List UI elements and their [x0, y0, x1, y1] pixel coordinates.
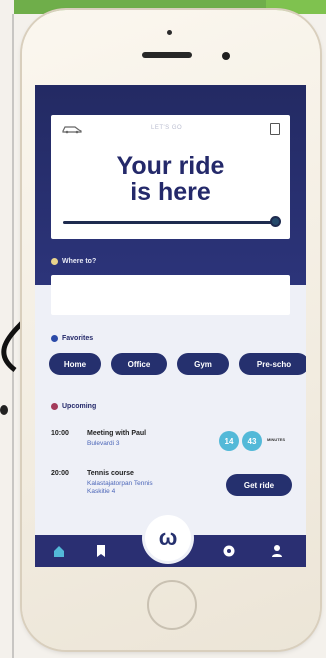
upcoming-label: Upcoming — [51, 403, 96, 410]
favorites-label: Favorites — [51, 335, 93, 342]
favorites-text: Favorites — [62, 335, 94, 342]
chip-home[interactable]: Home — [49, 353, 101, 375]
speaker-dot — [167, 30, 172, 35]
w-logo-icon[interactable]: ω — [145, 515, 191, 561]
profile-icon[interactable] — [271, 544, 283, 558]
upcoming-text: Upcoming — [62, 403, 97, 410]
soccer-ball-icon[interactable] — [223, 544, 235, 558]
eta-badge-1: 14 — [219, 431, 239, 451]
event-subtitle-2b: Kaskitie 4 — [87, 488, 116, 495]
lower-panel — [35, 285, 306, 535]
ride-card[interactable]: LET'S GO Your ride is here — [51, 115, 290, 239]
where-to-input[interactable] — [51, 275, 290, 315]
event-time-2: 20:00 — [51, 470, 69, 477]
card-small-text: LET'S GO — [151, 125, 183, 131]
hero-panel: LET'S GO Your ride is here — [35, 85, 306, 285]
document-icon[interactable] — [270, 123, 280, 135]
home-button[interactable] — [147, 580, 197, 630]
background-dot — [0, 405, 8, 415]
event-title-1: Meeting with Paul — [87, 430, 147, 437]
chip-office[interactable]: Office — [111, 353, 167, 375]
ride-progress-line — [63, 221, 273, 224]
where-to-text: Where to? — [62, 258, 97, 265]
earpiece — [142, 52, 192, 58]
ride-title-line2: is here — [130, 178, 211, 206]
chip-pre-school[interactable]: Pre-scho — [239, 353, 306, 375]
eta-badge-2: 43 — [242, 431, 262, 451]
favorites-chips: Home Office Gym Pre-scho — [49, 353, 306, 375]
ride-progress-knob[interactable] — [270, 216, 281, 227]
where-to-label: Where to? — [51, 258, 96, 265]
home-icon[interactable] — [53, 544, 65, 558]
chip-gym[interactable]: Gym — [177, 353, 229, 375]
ride-title-line1: Your ride — [116, 152, 225, 180]
upcoming-dot — [51, 403, 58, 410]
get-ride-button[interactable]: Get ride — [226, 474, 292, 496]
front-camera — [222, 52, 230, 60]
phone-frame: LET'S GO Your ride is here Where to? Fav… — [22, 10, 320, 650]
event-time-1: 10:00 — [51, 430, 69, 437]
ride-title: Your ride is here — [51, 153, 290, 205]
bookmark-icon[interactable] — [95, 544, 107, 558]
where-dot — [51, 258, 58, 265]
event-subtitle-1: Bulevardi 3 — [87, 440, 120, 447]
app-screen: LET'S GO Your ride is here Where to? Fav… — [35, 85, 306, 567]
minutes-note: MINUTES — [267, 437, 285, 442]
favorites-dot — [51, 335, 58, 342]
event-subtitle-2a: Kalastajatorpan Tennis — [87, 480, 153, 487]
car-icon — [62, 126, 82, 134]
event-title-2: Tennis course — [87, 470, 134, 477]
